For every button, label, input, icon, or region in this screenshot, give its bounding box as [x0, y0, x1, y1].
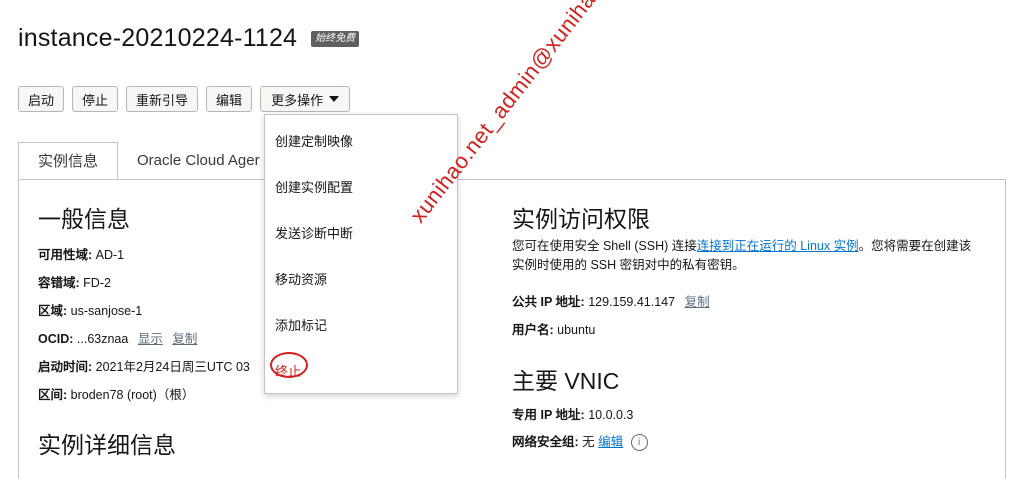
- fault-domain-value: FD-2: [83, 276, 111, 290]
- compartment-label: 区间:: [38, 388, 68, 402]
- private-ip-label: 专用 IP 地址:: [512, 408, 585, 422]
- chevron-down-icon: [329, 96, 340, 102]
- menu-item-create-instance-config[interactable]: 创建实例配置: [275, 177, 353, 196]
- terminate-highlight-circle: [270, 352, 308, 378]
- ocid-show-link[interactable]: 显示: [138, 332, 163, 346]
- menu-item-add-tags[interactable]: 添加标记: [275, 315, 327, 334]
- availability-domain-label: 可用性域:: [38, 248, 93, 262]
- access-desc-prefix: 您可在使用安全 Shell (SSH) 连接: [512, 239, 697, 253]
- stop-button[interactable]: 停止: [72, 86, 119, 112]
- connect-linux-instance-link[interactable]: 连接到正在运行的 Linux 实例: [697, 239, 859, 253]
- more-actions-button[interactable]: 更多操作: [260, 86, 351, 112]
- region-label: 区域:: [38, 304, 68, 318]
- reboot-button[interactable]: 重新引导: [126, 86, 199, 112]
- public-ip-label: 公共 IP 地址:: [512, 295, 585, 309]
- availability-domain-value: AD-1: [95, 248, 125, 262]
- edit-button[interactable]: 编辑: [206, 86, 253, 112]
- username-label: 用户名:: [512, 323, 554, 337]
- more-actions-label: 更多操作: [271, 92, 324, 108]
- nsg-edit-link[interactable]: 编辑: [598, 435, 623, 449]
- menu-item-create-custom-image[interactable]: 创建定制映像: [275, 131, 353, 150]
- fault-domain-label: 容错域:: [38, 276, 80, 290]
- always-free-badge: 始终免费: [311, 30, 360, 47]
- public-ip-copy-link[interactable]: 复制: [685, 295, 710, 309]
- fault-domain-row: 容错域: FD-2: [38, 272, 111, 291]
- launched-row: 启动时间: 2021年2月24日周三UTC 03: [38, 356, 250, 375]
- start-button[interactable]: 启动: [18, 86, 65, 112]
- ocid-label: OCID:: [38, 332, 74, 346]
- instance-access-description: 您可在使用安全 Shell (SSH) 连接连接到正在运行的 Linux 实例。…: [512, 237, 982, 275]
- launched-value: 2021年2月24日周三UTC 03: [95, 360, 250, 374]
- nsg-value: 无: [582, 435, 595, 449]
- page-title: instance-20210224-1124: [18, 24, 298, 52]
- tab-oracle-cloud-agent[interactable]: Oracle Cloud Ager: [118, 142, 279, 179]
- region-row: 区域: us-sanjose-1: [38, 300, 142, 319]
- username-row: 用户名: ubuntu: [512, 319, 595, 338]
- public-ip-row: 公共 IP 地址: 129.159.41.147 复制: [512, 291, 710, 310]
- private-ip-row: 专用 IP 地址: 10.0.0.3: [512, 404, 633, 423]
- nsg-row: 网络安全组: 无 编辑 i: [512, 431, 648, 452]
- compartment-value: broden78 (root)（根）: [70, 388, 195, 402]
- primary-vnic-heading: 主要 VNIC: [512, 368, 620, 394]
- title-row: instance-20210224-1124 始终免费: [18, 24, 360, 53]
- instance-details-heading: 实例详细信息: [38, 432, 176, 458]
- compartment-row: 区间: broden78 (root)（根）: [38, 384, 194, 403]
- region-value: us-sanjose-1: [70, 304, 143, 318]
- ocid-copy-link[interactable]: 复制: [172, 332, 197, 346]
- ocid-row: OCID: ...63znaa 显示 复制: [38, 328, 197, 347]
- nsg-label: 网络安全组:: [512, 435, 579, 449]
- toolbar: 启动 停止 重新引导 编辑 更多操作: [18, 86, 351, 112]
- menu-item-send-diagnostic-interrupt[interactable]: 发送诊断中断: [275, 223, 353, 242]
- more-actions-menu: 创建定制映像 创建实例配置 发送诊断中断 移动资源 添加标记 终止: [264, 114, 458, 394]
- username-value: ubuntu: [557, 323, 596, 337]
- public-ip-value: 129.159.41.147: [588, 295, 676, 309]
- availability-domain-row: 可用性域: AD-1: [38, 244, 124, 263]
- ocid-value: ...63znaa: [76, 332, 129, 346]
- general-info-heading: 一般信息: [38, 206, 130, 232]
- private-ip-value: 10.0.0.3: [588, 408, 634, 422]
- instance-access-heading: 实例访问权限: [512, 206, 650, 232]
- info-icon[interactable]: i: [630, 434, 648, 452]
- launched-label: 启动时间:: [38, 360, 93, 374]
- menu-item-move-resource[interactable]: 移动资源: [275, 269, 327, 288]
- tab-instance-info[interactable]: 实例信息: [18, 142, 119, 179]
- tab-bar: 实例信息 Oracle Cloud Ager: [18, 142, 279, 179]
